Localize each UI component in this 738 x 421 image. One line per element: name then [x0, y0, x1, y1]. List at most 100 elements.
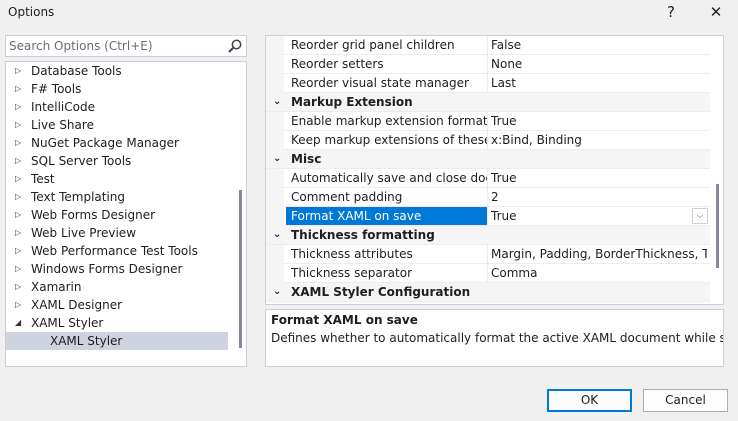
property-row[interactable]: Keep markup extensions of these typ x:Bin…: [266, 131, 710, 150]
collapsed-arrow-icon[interactable]: ▷: [15, 98, 27, 116]
property-value[interactable]: Comma: [491, 264, 707, 282]
tree-scrollbar[interactable]: [239, 190, 242, 348]
property-row[interactable]: Comment padding 2: [266, 188, 710, 207]
tree-item[interactable]: ▷ Web Performance Test Tools: [6, 242, 228, 260]
tree-item[interactable]: ▷ Test: [6, 170, 228, 188]
property-name: Keep markup extensions of these typ: [291, 133, 487, 147]
tree-item[interactable]: ▷ NuGet Package Manager: [6, 134, 228, 152]
row-gutter: [266, 36, 284, 55]
tree-item-label: F# Tools: [31, 82, 82, 96]
column-splitter[interactable]: [487, 207, 488, 226]
tree-item[interactable]: ▷ Web Forms Designer: [6, 206, 228, 224]
property-category[interactable]: ⌄ Misc: [266, 150, 710, 169]
row-gutter: [266, 169, 284, 188]
property-grid-scrollbar[interactable]: [716, 184, 719, 268]
collapsed-arrow-icon[interactable]: ▷: [15, 278, 27, 296]
tree-item[interactable]: ▷ IntelliCode: [6, 98, 228, 116]
property-value[interactable]: x:Bind, Binding: [491, 131, 707, 149]
tree-item[interactable]: ▷ Live Share: [6, 116, 228, 134]
property-row[interactable]: Thickness separator Comma: [266, 264, 710, 283]
property-category[interactable]: ⌄ XAML Styler Configuration: [266, 283, 710, 302]
property-name: Reorder setters: [291, 57, 384, 71]
property-row[interactable]: Reorder setters None: [266, 55, 710, 74]
collapsed-arrow-icon[interactable]: ▷: [15, 296, 27, 314]
tree-item[interactable]: ◢ XAML Styler: [6, 314, 228, 332]
column-splitter[interactable]: [487, 36, 488, 55]
column-splitter[interactable]: [487, 74, 488, 93]
property-value[interactable]: None: [491, 55, 707, 73]
category-label: XAML Styler Configuration: [291, 285, 471, 299]
property-name: Automatically save and close docum: [291, 171, 487, 185]
column-splitter[interactable]: [487, 112, 488, 131]
chevron-down-icon[interactable]: ⌵: [692, 208, 708, 224]
chevron-down-icon[interactable]: ⌄: [273, 93, 281, 111]
collapsed-arrow-icon[interactable]: ▷: [15, 170, 27, 188]
tree-item[interactable]: ▷ Windows Forms Designer: [6, 260, 228, 278]
collapsed-arrow-icon[interactable]: ▷: [15, 152, 27, 170]
expanded-arrow-icon[interactable]: ◢: [15, 314, 27, 332]
property-name: Format XAML on save: [286, 207, 487, 225]
property-row[interactable]: Reorder grid panel children False: [266, 36, 710, 55]
collapsed-arrow-icon[interactable]: ▷: [15, 224, 27, 242]
property-name: Comment padding: [291, 190, 403, 204]
row-gutter: [266, 264, 284, 283]
property-row[interactable]: Automatically save and close docum True: [266, 169, 710, 188]
property-row[interactable]: Thickness attributes Margin, Padding, Bor…: [266, 245, 710, 264]
search-input[interactable]: [9, 38, 219, 54]
tree-item[interactable]: ▷ Database Tools: [6, 62, 228, 80]
property-row[interactable]: Reorder visual state manager Last: [266, 74, 710, 93]
property-row[interactable]: Format XAML on save True ⌵: [266, 207, 710, 226]
search-box[interactable]: [5, 35, 247, 57]
tree-item-label: Xamarin: [31, 280, 82, 294]
property-category[interactable]: ⌄ Markup Extension: [266, 93, 710, 112]
collapsed-arrow-icon[interactable]: ▷: [15, 260, 27, 278]
row-gutter: [266, 188, 284, 207]
chevron-down-icon[interactable]: ⌄: [273, 283, 281, 301]
column-splitter[interactable]: [487, 188, 488, 207]
property-value[interactable]: True: [491, 207, 707, 225]
property-value[interactable]: False: [491, 36, 707, 54]
column-splitter[interactable]: [487, 245, 488, 264]
options-tree[interactable]: ▷ Database Tools ▷ F# Tools ▷ IntelliCode ▷ Liv…: [5, 61, 247, 367]
tree-item-label: Test: [31, 172, 55, 186]
help-button[interactable]: ?: [654, 0, 688, 24]
property-name: Thickness separator: [291, 266, 412, 280]
property-value[interactable]: True: [491, 112, 707, 130]
column-splitter[interactable]: [487, 264, 488, 283]
tree-item[interactable]: ▷ XAML Designer: [6, 296, 228, 314]
tree-item-label: XAML Styler: [50, 334, 123, 348]
tree-item-label: Web Performance Test Tools: [31, 244, 198, 258]
chevron-down-icon[interactable]: ⌄: [273, 150, 281, 168]
collapsed-arrow-icon[interactable]: ▷: [15, 242, 27, 260]
collapsed-arrow-icon[interactable]: ▷: [15, 116, 27, 134]
property-row[interactable]: Enable markup extension formatting True: [266, 112, 710, 131]
property-grid[interactable]: Reorder grid panel children False Reorder …: [265, 35, 724, 305]
category-label: Misc: [291, 152, 322, 166]
cancel-button[interactable]: Cancel: [643, 389, 728, 412]
tree-item[interactable]: ▷ Xamarin: [6, 278, 228, 296]
chevron-down-icon[interactable]: ⌄: [273, 226, 281, 244]
search-icon[interactable]: [227, 38, 243, 54]
tree-item[interactable]: XAML Styler: [6, 332, 228, 350]
collapsed-arrow-icon[interactable]: ▷: [15, 62, 27, 80]
description-title: Format XAML on save: [271, 313, 418, 327]
ok-button[interactable]: OK: [547, 389, 632, 412]
tree-item[interactable]: ▷ SQL Server Tools: [6, 152, 228, 170]
collapsed-arrow-icon[interactable]: ▷: [15, 188, 27, 206]
collapsed-arrow-icon[interactable]: ▷: [15, 80, 27, 98]
column-splitter[interactable]: [487, 131, 488, 150]
tree-item-label: SQL Server Tools: [31, 154, 132, 168]
tree-item[interactable]: ▷ F# Tools: [6, 80, 228, 98]
property-category[interactable]: ⌄ Thickness formatting: [266, 226, 710, 245]
property-value[interactable]: Margin, Padding, BorderThickness, Thum: [491, 245, 707, 263]
property-value[interactable]: 2: [491, 188, 707, 206]
column-splitter[interactable]: [487, 55, 488, 74]
collapsed-arrow-icon[interactable]: ▷: [15, 134, 27, 152]
tree-item[interactable]: ▷ Web Live Preview: [6, 224, 228, 242]
tree-item[interactable]: ▷ Text Templating: [6, 188, 228, 206]
close-button[interactable]: ✕: [699, 0, 733, 24]
property-value[interactable]: True: [491, 169, 707, 187]
collapsed-arrow-icon[interactable]: ▷: [15, 206, 27, 224]
column-splitter[interactable]: [487, 169, 488, 188]
property-value[interactable]: Last: [491, 74, 707, 92]
